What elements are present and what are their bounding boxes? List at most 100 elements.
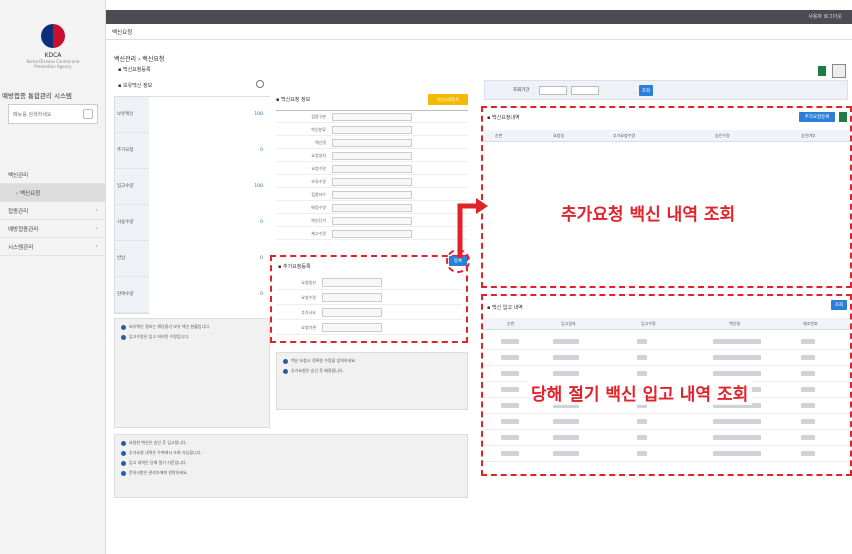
excel-icon[interactable] [839, 112, 847, 122]
note-text: 추가요청은 승인 후 배정됩니다. [291, 368, 344, 373]
note-text: 보유백신 정보는 해당절기 보유 백신 현황입니다. [129, 324, 211, 329]
field-input[interactable] [322, 278, 382, 287]
badge[interactable]: 백신요청등록 [428, 94, 468, 105]
cell-value [637, 435, 647, 440]
note-item: 추가요청 내역은 우측에서 조회 가능합니다. [121, 449, 461, 456]
add-request-button[interactable]: 추가요청등록 [799, 112, 835, 122]
field-label: 재고수량 [311, 231, 326, 236]
cell-value [553, 371, 579, 376]
note-text: 문의사항은 관리자에게 연락하세요. [129, 470, 189, 475]
cell-value [501, 371, 519, 376]
sidebar-item[interactable]: 예방접종관리 › [0, 220, 106, 238]
middle-form-row: 배정수량 [276, 202, 468, 214]
cell-value [553, 451, 579, 456]
sidebar-item[interactable]: 접종관리 › [0, 202, 106, 220]
field-input[interactable] [332, 126, 412, 134]
cell-value [801, 355, 815, 360]
request-table-header: 순번 요청일 추가요청수량 승인수량 승인여부 [483, 130, 850, 142]
cell-value [801, 339, 815, 344]
cell-value [501, 451, 519, 456]
menu-search-input[interactable]: 메뉴를 검색하세요 [8, 104, 98, 124]
bullet-icon [121, 460, 126, 466]
row-label: 추가요청 [115, 133, 149, 168]
middle-form-row: 보유수량 [276, 176, 468, 188]
note-text: 추가요청 내역은 우측에서 조회 가능합니다. [129, 450, 202, 455]
system-title: 예방접종 통합관리 시스템 [2, 92, 72, 100]
middle-form-row: 요청일자 [276, 150, 468, 162]
search-button[interactable]: 조회 [639, 85, 653, 96]
note-item: 보유백신 정보는 해당절기 보유 백신 현황입니다. [121, 323, 263, 330]
cell-value [501, 355, 519, 360]
cell-value [637, 451, 647, 456]
org-abbr: KDCA [44, 52, 62, 59]
request-history-box: ▪ 백신요청내역 추가요청등록 순번 요청일 추가요청수량 승인수량 승인여부 … [481, 106, 852, 288]
bullet-icon [121, 334, 126, 340]
field-label: 요청수량 [311, 166, 326, 171]
breadcrumb: 백신요청 [106, 24, 852, 40]
field-input[interactable] [332, 165, 412, 173]
field-label: 접종구분 [311, 114, 326, 119]
sidebar-item-label: 접종관리 [8, 209, 29, 215]
note-item: 입고수량은 입고 처리된 수량입니다. [121, 333, 263, 340]
field-input[interactable] [322, 308, 382, 317]
field-label: 보유수량 [311, 179, 326, 184]
emblem-icon [41, 24, 65, 48]
field-input[interactable] [332, 230, 412, 238]
end-date-input[interactable] [571, 86, 599, 95]
field-input[interactable] [332, 139, 412, 147]
sidebar-item[interactable]: 백신관리 [0, 166, 106, 184]
middle-panel-title: ▪ 백신요청 정보 [276, 97, 311, 103]
middle-form-row: 백신단가 [276, 215, 468, 227]
cell-value [713, 435, 761, 440]
refresh-icon[interactable] [256, 80, 264, 88]
bullet-icon [121, 440, 126, 446]
sidebar-item[interactable]: › 백신요청 [0, 184, 106, 202]
field-input[interactable] [332, 178, 412, 186]
field-input[interactable] [322, 293, 382, 302]
cell-value [501, 435, 519, 440]
add-request-row: 추가사유 [276, 305, 462, 320]
middle-form-row: 재고수량 [276, 228, 468, 240]
field-input[interactable] [332, 113, 412, 121]
field-input[interactable] [332, 204, 412, 212]
table-row[interactable] [483, 446, 850, 462]
sidebar-item-label: 시스템관리 [8, 245, 34, 251]
field-label: 접종자수 [311, 192, 326, 197]
add-request-title: ▪ 추가요청등록 [278, 264, 311, 270]
field-input[interactable] [332, 152, 412, 160]
table-row[interactable] [483, 350, 850, 366]
page-title: 백신관리 › 백신요청 [114, 56, 165, 63]
cell-value [713, 371, 761, 376]
search-label: 조회기간 [513, 88, 530, 93]
field-label: 요청일자 [301, 280, 316, 285]
excel-icon[interactable] [818, 66, 826, 76]
bullet-icon [121, 450, 126, 456]
table-row[interactable] [483, 334, 850, 350]
cell-value [637, 355, 647, 360]
print-icon[interactable] [832, 64, 846, 78]
field-input[interactable] [332, 217, 412, 225]
field-label: 백신단가 [311, 218, 326, 223]
note-item: 추가요청은 승인 후 배정됩니다. [283, 367, 461, 374]
request-history-title: ▪ 백신요청내역 [487, 115, 520, 121]
user-info[interactable]: 사용자 로그아웃 [808, 13, 842, 20]
cell-value [501, 387, 519, 392]
field-label: 백신분류 [311, 127, 326, 132]
middle-form-row: 접종자수 [276, 189, 468, 201]
table-row[interactable] [483, 430, 850, 446]
add-request-box: ▪ 추가요청등록 요청일자 요청수량 추가사유 요청기관 [270, 255, 468, 343]
cell-value [553, 419, 579, 424]
receipt-search-button[interactable]: 조회 [831, 300, 847, 310]
sidebar [0, 0, 106, 554]
middle-note: 백신 요청시 정확한 수량을 입력하세요. 추가요청은 승인 후 배정됩니다. [276, 352, 468, 410]
search-icon[interactable] [83, 109, 93, 119]
table-row[interactable] [483, 414, 850, 430]
cell-value [553, 339, 579, 344]
start-date-input[interactable] [539, 86, 567, 95]
field-input[interactable] [322, 323, 382, 332]
search-bar: 조회기간 조회 [484, 80, 848, 100]
middle-form-row: 요청수량 [276, 163, 468, 175]
sidebar-item[interactable]: 시스템관리 › [0, 238, 106, 256]
row-label: 입고수량 [115, 169, 149, 204]
field-input[interactable] [332, 191, 412, 199]
